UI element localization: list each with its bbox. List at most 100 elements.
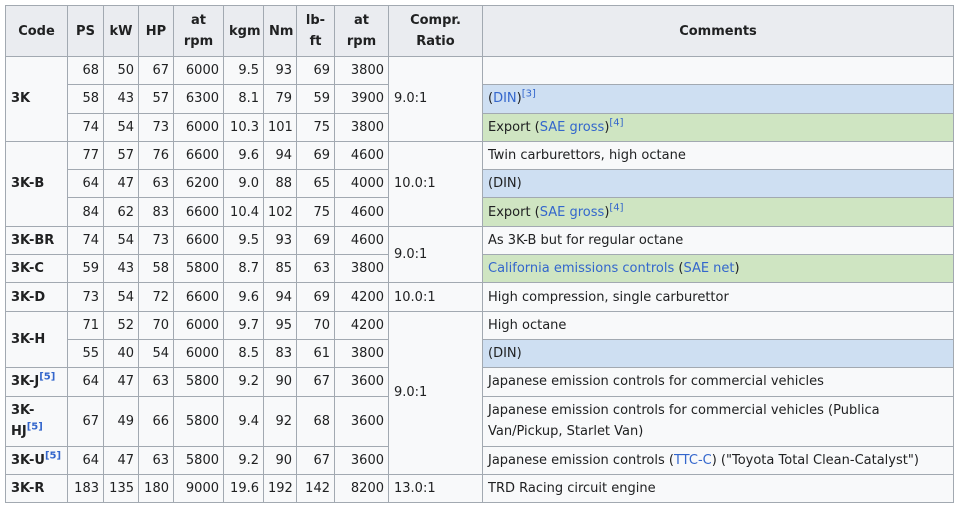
nm-cell: 101: [263, 112, 297, 142]
power-rpm-cell: 6600: [173, 225, 224, 256]
comment-cell: Japanese emission controls (TTC-C) ("Toy…: [482, 445, 954, 475]
engine-code-cell: 3K-U[5]: [5, 445, 68, 475]
reference-link[interactable]: [3]: [522, 89, 536, 100]
sae-gross-link[interactable]: SAE gross: [540, 205, 605, 220]
engine-specs-table: Code PS kW HP at rpm kgm Nm lb-ft at rpm…: [5, 5, 954, 504]
lbft-cell: 69: [296, 282, 335, 312]
torque-rpm-cell: 4600: [334, 197, 389, 227]
comment-cell: (DIN)[3]: [482, 84, 954, 114]
kgm-cell: 9.2: [223, 445, 264, 475]
comment-cell: Export (SAE gross)[4]: [482, 112, 954, 142]
power-rpm-cell: 6000: [173, 310, 224, 340]
power-rpm-cell: 6600: [173, 282, 224, 312]
header-hp: HP: [138, 5, 174, 57]
engine-code: 3K-J: [11, 374, 40, 390]
torque-rpm-cell: 8200: [334, 473, 389, 504]
nm-cell: 92: [263, 395, 297, 447]
kw-cell: 47: [103, 367, 139, 397]
engine-code: 3K-U: [11, 452, 45, 468]
table-row: 3K-H 71 52 70 6000 9.7 95 70 4200 9.0:1 …: [5, 310, 954, 475]
ps-cell: 68: [67, 55, 104, 86]
kgm-cell: 9.0: [223, 169, 264, 199]
nm-cell: 95: [263, 310, 297, 340]
hp-cell: 63: [138, 367, 174, 397]
hp-cell: 63: [138, 445, 174, 475]
lbft-cell: 61: [296, 338, 335, 369]
sae-gross-link[interactable]: SAE gross: [540, 120, 605, 135]
lbft-cell: 75: [296, 197, 335, 227]
table-row: 3K 68 50 67 6000 9.5 93 69 3800 9.0:1: [5, 55, 954, 142]
nm-cell: 90: [263, 445, 297, 475]
reference-link[interactable]: [4]: [609, 117, 623, 128]
compression-ratio-cell: 10.0:1: [388, 140, 483, 227]
power-rpm-cell: 6300: [173, 84, 224, 114]
lbft-cell: 63: [296, 254, 335, 284]
engine-code: 3K-C: [5, 254, 68, 284]
power-rpm-cell: 6200: [173, 169, 224, 199]
kw-cell: 50: [103, 55, 139, 86]
kw-cell: 47: [103, 445, 139, 475]
reference-link[interactable]: [5]: [39, 372, 55, 383]
lbft-cell: 69: [296, 225, 335, 256]
engine-code: 3K-R: [5, 473, 68, 504]
nm-cell: 85: [263, 254, 297, 284]
hp-cell: 63: [138, 169, 174, 199]
kw-cell: 54: [103, 112, 139, 142]
table-row: 3K-BR 74 54 73 6600 9.5 93 69 4600 9.0:1…: [5, 225, 954, 284]
lbft-cell: 142: [296, 473, 335, 504]
nm-cell: 93: [263, 55, 297, 86]
header-ps: PS: [67, 5, 104, 57]
kgm-cell: 8.5: [223, 338, 264, 369]
comment-text: ) ("Toyota Total Clean-Catalyst"): [711, 452, 919, 468]
power-rpm-cell: 5800: [173, 367, 224, 397]
torque-rpm-cell: 4200: [334, 282, 389, 312]
hp-cell: 54: [138, 338, 174, 369]
ttc-c-link[interactable]: TTC-C: [674, 453, 712, 468]
comment-cell: Japanese emission controls for commercia…: [482, 367, 954, 397]
reference-link[interactable]: [4]: [609, 202, 623, 213]
reference-link[interactable]: [5]: [45, 450, 61, 461]
comment-cell: High octane: [482, 310, 954, 340]
header-power-rpm: at rpm: [173, 5, 224, 57]
hp-cell: 70: [138, 310, 174, 340]
kw-cell: 135: [103, 473, 139, 504]
kgm-cell: 9.5: [223, 225, 264, 256]
lbft-cell: 75: [296, 112, 335, 142]
table-row: 3K-D 73 54 72 6600 9.6 94 69 4200 10.0:1…: [5, 282, 954, 312]
hp-cell: 180: [138, 473, 174, 504]
din-link[interactable]: DIN: [493, 91, 517, 106]
kw-cell: 40: [103, 338, 139, 369]
ps-cell: 67: [67, 395, 104, 447]
power-rpm-cell: 5800: [173, 395, 224, 447]
power-rpm-cell: 5800: [173, 445, 224, 475]
kgm-cell: 10.3: [223, 112, 264, 142]
hp-cell: 58: [138, 254, 174, 284]
comment-text: Export (: [488, 119, 540, 135]
kw-cell: 54: [103, 282, 139, 312]
california-emissions-link[interactable]: California emissions controls: [488, 261, 674, 276]
kgm-cell: 9.2: [223, 367, 264, 397]
ps-cell: 64: [67, 445, 104, 475]
compression-ratio-cell: 13.0:1: [388, 473, 483, 504]
comment-text: Export (: [488, 204, 540, 220]
header-row: Code PS kW HP at rpm kgm Nm lb-ft at rpm…: [5, 5, 954, 57]
header-comments: Comments: [482, 5, 954, 57]
lbft-cell: 59: [296, 84, 335, 114]
kw-cell: 43: [103, 84, 139, 114]
torque-rpm-cell: 3800: [334, 112, 389, 142]
header-kw: kW: [103, 5, 139, 57]
engine-code: 3K-D: [5, 282, 68, 312]
comment-cell: TRD Racing circuit engine: [482, 473, 954, 504]
ps-cell: 58: [67, 84, 104, 114]
comment-cell: California emissions controls (SAE net): [482, 254, 954, 284]
kw-cell: 49: [103, 395, 139, 447]
comment-cell: Japanese emission controls for commercia…: [482, 395, 954, 447]
reference-link[interactable]: [5]: [27, 422, 43, 433]
torque-rpm-cell: 3800: [334, 338, 389, 369]
header-nm: Nm: [263, 5, 297, 57]
compression-ratio-cell: 9.0:1: [388, 225, 483, 284]
kgm-cell: 9.6: [223, 282, 264, 312]
sae-net-link[interactable]: SAE net: [683, 261, 734, 276]
hp-cell: 76: [138, 140, 174, 171]
ps-cell: 73: [67, 282, 104, 312]
